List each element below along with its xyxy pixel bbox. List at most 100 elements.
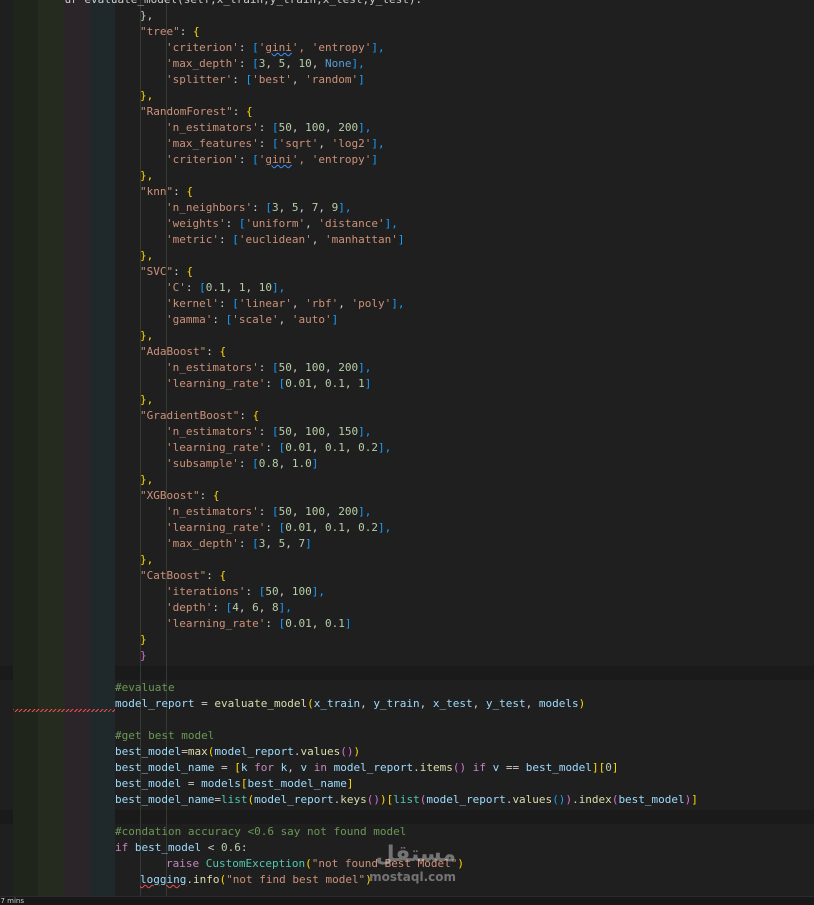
code-token: 0.1 [205,281,226,294]
code-token: : [238,153,253,166]
code-token: ] [346,777,354,790]
code-token: [ [265,201,272,214]
code-line[interactable]: #get best model [115,728,214,744]
code-token: : [265,521,279,534]
code-line[interactable]: "SVC": { [140,264,193,280]
code-token: 100 [305,505,325,518]
code-token: ], [311,585,325,598]
code-token: 50 [278,361,292,374]
code-line[interactable]: "GradientBoost": { [140,408,259,424]
code-token: 50 [278,425,292,438]
code-token: , [298,201,312,214]
code-editor[interactable]: ur evaluate_model(self,x_train,y_train,x… [0,0,814,896]
code-line[interactable]: model_report = evaluate_model(x_train, y… [115,696,585,712]
code-line[interactable]: 'n_estimators': [50, 100, 150], [166,424,371,440]
code-token: x_test [432,697,473,710]
code-token: , [291,297,306,310]
code-token: = [214,793,221,806]
code-line[interactable]: best_model_name = [k for k, v in model_r… [115,760,618,776]
code-token: { [212,489,220,502]
code-line[interactable]: "tree": { [140,24,200,40]
code-token: "SVC" [140,265,174,278]
code-token: models [538,697,579,710]
code-token: model_report [254,793,334,806]
code-line[interactable]: 'learning_rate': [0.01, 0.1, 1] [166,376,371,392]
code-line[interactable]: 'metric': ['euclidean', 'manhattan'] [166,232,404,248]
code-line[interactable]: "knn": { [140,184,193,200]
code-token: }, [140,89,154,102]
code-line[interactable]: 'max_depth': [3, 5, 7] [166,536,312,552]
code-line[interactable]: 'kernel': ['linear', 'rbf', 'poly'], [166,296,404,312]
code-line[interactable]: 'iterations': [50, 100], [166,584,325,600]
code-line[interactable]: raise CustomException("not found Best Mo… [166,856,464,872]
code-line[interactable]: 'max_features': ['sqrt', 'log2'], [166,136,385,152]
code-token: [ [271,121,279,134]
code-line[interactable]: 'learning_rate': [0.01, 0.1] [166,616,351,632]
code-token: }, [140,553,154,566]
code-line[interactable]: 'weights': ['uniform', 'distance'], [166,216,398,232]
code-token: 'rbf' [305,297,339,310]
code-line[interactable]: 'n_estimators': [50, 100, 200], [166,120,371,136]
code-token: , [324,425,339,438]
indent-guide-band-2 [38,0,64,896]
code-line[interactable]: 'max_depth': [3, 5, 10, None], [166,56,365,72]
code-token: CustomException [205,857,306,870]
blank-line-separator [0,666,814,680]
code-line[interactable]: "XGBoost": { [140,488,219,504]
code-token: , [324,505,339,518]
code-token: : [239,409,253,422]
code-line[interactable]: 'criterion': ['gini', 'entropy'], [166,40,385,56]
code-line[interactable]: best_model = models[best_model_name] [115,776,353,792]
code-token: } [140,649,147,662]
code-token: }, [140,9,154,22]
code-line[interactable]: }, [140,392,153,408]
code-line[interactable]: } [140,632,147,648]
code-line[interactable]: 'splitter': ['best', 'random'] [166,72,365,88]
code-token: "not found Best Model" [311,857,458,870]
code-token: 'criterion' [166,153,239,166]
code-token: , [245,281,259,294]
code-line[interactable]: logging.info("not find best model") [140,872,372,888]
code-line[interactable]: "AdaBoost": { [140,344,226,360]
code-token: 'depth' [166,601,213,614]
code-line[interactable]: 'gamma': ['scale', 'auto'] [166,312,338,328]
code-line[interactable]: }, [140,552,153,568]
code-token: 'auto' [291,313,332,326]
code-line[interactable]: } [140,648,147,664]
code-line[interactable]: 'n_estimators': [50, 100, 200], [166,504,371,520]
code-line[interactable]: 'n_neighbors': [3, 5, 7, 9], [166,200,351,216]
code-line[interactable]: }, [140,248,153,264]
code-token: #condation accuracy <0.6 say not found m… [115,825,407,838]
code-token: 0 [605,761,612,774]
code-token: : [185,281,200,294]
code-line[interactable]: 'subsample': [0.8, 1.0] [166,456,318,472]
code-line[interactable]: "RandomForest": { [140,104,253,120]
code-line[interactable]: 'learning_rate': [0.01, 0.1, 0.2], [166,520,391,536]
code-line[interactable]: best_model=max(model_report.values()) [115,744,360,760]
code-line[interactable]: #evaluate [115,680,175,696]
code-token: keys [340,793,367,806]
code-line[interactable]: #condation accuracy <0.6 say not found m… [115,824,406,840]
code-token: 'scale' [232,313,279,326]
code-line[interactable]: }, [140,8,153,24]
code-token: best_model_name [115,761,215,774]
code-line[interactable]: "CatBoost": { [140,568,226,584]
code-line[interactable]: if best_model < 0.6: [115,840,247,856]
code-line[interactable]: }, [140,328,153,344]
code-line[interactable]: 'depth': [4, 6, 8], [166,600,292,616]
code-line[interactable]: }, [140,168,153,184]
code-line[interactable]: }, [140,88,153,104]
code-line[interactable]: 'n_estimators': [50, 100, 200], [166,360,371,376]
code-line[interactable]: 'learning_rate': [0.01, 0.1, 0.2], [166,440,391,456]
code-token: 'max_features' [166,137,259,150]
code-token: ur evaluate_model(self,x_train,y_train,x… [38,0,422,6]
code-line[interactable]: 'criterion': ['gini', 'entropy'] [166,152,378,168]
code-line[interactable]: 'C': [0.1, 1, 10], [166,280,285,296]
code-line[interactable]: best_model_name=list(model_report.keys()… [115,792,698,808]
code-token: [ [232,297,239,310]
code-token: 'learning_rate' [166,441,266,454]
code-token: = [214,761,235,774]
code-token: 0.2 [358,521,378,534]
code-line[interactable]: }, [140,472,153,488]
